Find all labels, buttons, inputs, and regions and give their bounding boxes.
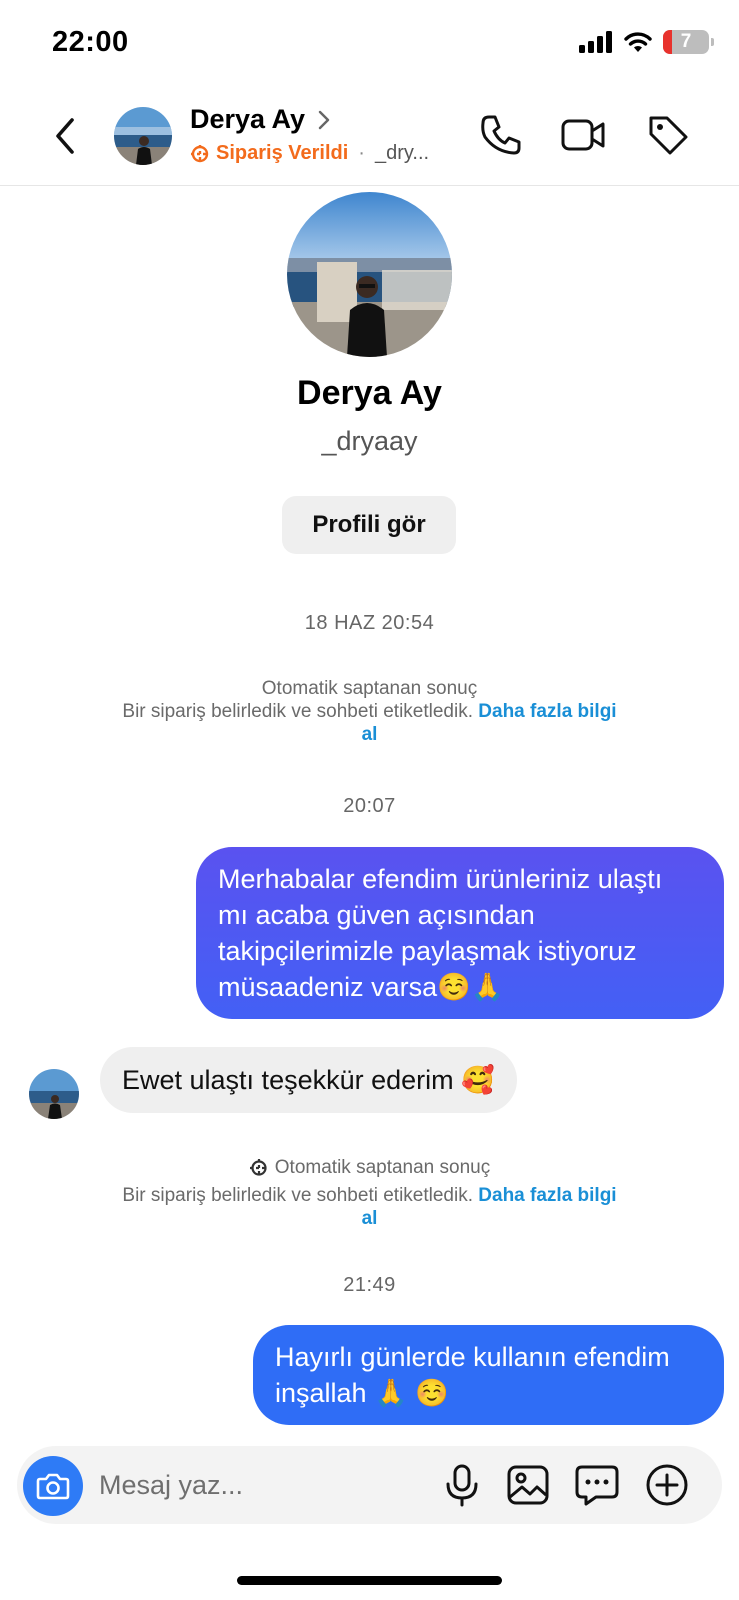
microphone-icon[interactable]	[439, 1462, 485, 1508]
profile-name: Derya Ay	[297, 374, 442, 412]
message-line: takipçilerimizle paylaşmak istiyoruz	[218, 936, 637, 966]
contact-name: Derya Ay	[190, 104, 306, 134]
plus-icon[interactable]	[644, 1462, 690, 1508]
camera-button[interactable]	[23, 1456, 83, 1516]
header-avatar[interactable]	[114, 107, 172, 165]
header-username: _dry...	[374, 142, 430, 164]
home-indicator[interactable]	[237, 1576, 502, 1585]
header-name-row[interactable]: Derya Ay	[190, 104, 331, 135]
video-icon[interactable]	[560, 112, 606, 158]
sender-avatar[interactable]	[29, 1069, 79, 1119]
message-line: Merhabalar efendim ürünleriniz ulaştı	[218, 864, 663, 894]
message-line: inşallah 🙏 ☺️	[275, 1378, 449, 1408]
message-text: Ewet ulaştı teşekkür ederim 🥰	[122, 1065, 495, 1095]
message-input[interactable]	[99, 1464, 399, 1506]
status-time: 22:00	[52, 26, 129, 58]
learn-more-link[interactable]: Daha fazla bilgi	[478, 701, 616, 722]
tag-icon[interactable]	[645, 112, 691, 158]
battery-icon: 7	[663, 30, 714, 54]
learn-more-link-cont[interactable]: al	[362, 724, 378, 745]
sticker-icon[interactable]	[574, 1462, 620, 1508]
outgoing-message[interactable]: Merhabalar efendim ürünleriniz ulaştı mı…	[196, 847, 724, 1019]
system-note: Otomatik saptanan sonuç Bir sipariş beli…	[0, 677, 739, 746]
timestamp: 21:49	[343, 1274, 396, 1296]
profile-username: _dryaay	[321, 426, 418, 456]
timestamp: 18 HAZ 20:54	[304, 612, 435, 634]
system-note-text: Bir sipariş belirledik ve sohbeti etiket…	[122, 701, 473, 722]
message-line: müsaadeniz varsa☺️🙏	[218, 972, 505, 1002]
incoming-message[interactable]: Ewet ulaştı teşekkür ederim 🥰	[100, 1047, 517, 1113]
learn-more-link-cont[interactable]: al	[362, 1208, 378, 1229]
message-line: Hayırlı günlerde kullanın efendim	[275, 1342, 670, 1372]
message-composer	[17, 1446, 722, 1524]
system-note: Otomatik saptanan sonuç Bir sipariş beli…	[0, 1156, 739, 1230]
system-note-title: Otomatik saptanan sonuç	[261, 678, 478, 699]
chevron-right-icon	[318, 110, 330, 129]
header-subtitle: Sipariş Verildi · _dry...	[190, 142, 429, 165]
view-profile-button[interactable]: Profili gör	[282, 496, 456, 554]
separator-dot: ·	[358, 142, 365, 164]
order-status-label: Sipariş Verildi	[216, 142, 349, 164]
message-line: mı acaba güven açısından	[218, 900, 535, 930]
camera-icon	[36, 1473, 70, 1500]
timestamp: 20:07	[343, 795, 396, 817]
back-icon[interactable]	[48, 114, 84, 158]
gallery-icon[interactable]	[505, 1462, 551, 1508]
system-note-title: Otomatik saptanan sonuç	[274, 1157, 491, 1178]
status-bar: 22:00 7	[0, 0, 739, 90]
status-icons: 7	[579, 30, 714, 54]
auto-detect-icon	[249, 1158, 268, 1177]
signal-icon	[579, 31, 612, 53]
phone-icon[interactable]	[478, 112, 524, 158]
outgoing-message[interactable]: Hayırlı günlerde kullanın efendim inşall…	[253, 1325, 724, 1425]
profile-avatar[interactable]	[287, 192, 452, 357]
system-note-text: Bir sipariş belirledik ve sohbeti etiket…	[122, 1184, 473, 1206]
learn-more-link[interactable]: Daha fazla bilgi	[478, 1185, 616, 1206]
chat-header: Derya Ay Sipariş Verildi · _dry...	[0, 90, 739, 186]
wifi-icon	[624, 32, 652, 52]
order-icon	[191, 144, 209, 163]
battery-level: 7	[680, 31, 692, 52]
